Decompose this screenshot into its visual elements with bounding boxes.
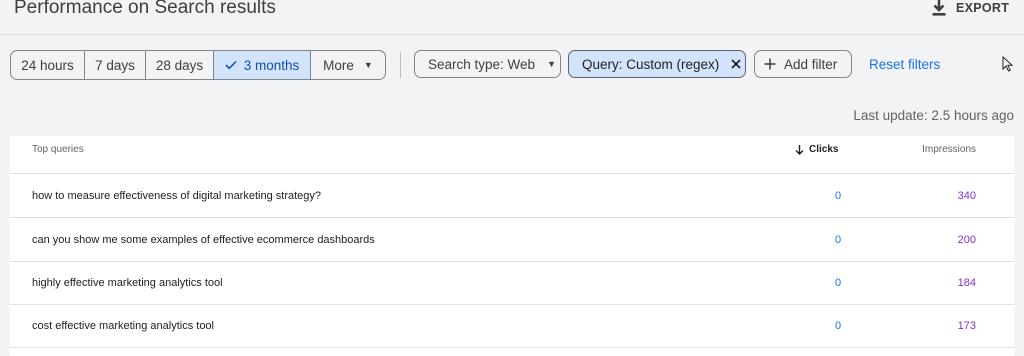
range-label: 7 days (95, 57, 135, 73)
sort-descending-icon (795, 144, 804, 155)
dropdown-caret-icon: ▼ (363, 60, 373, 70)
range-7-days-button[interactable]: 7 days (85, 51, 146, 79)
close-icon[interactable] (731, 59, 741, 69)
more-label: More (323, 57, 354, 73)
impressions-cell: 200 (957, 234, 976, 246)
query-filter-label: Query: Custom (regex) (582, 56, 720, 72)
range-24-hours-button[interactable]: 24 hours (11, 51, 85, 79)
range-label: 28 days (155, 57, 204, 73)
export-button[interactable]: EXPORT (932, 0, 1009, 16)
range-label: 3 months (243, 57, 300, 73)
plus-icon (764, 58, 776, 70)
query-cell[interactable]: cost effective marketing analytics tool (32, 320, 214, 332)
range-label: 24 hours (21, 57, 74, 73)
header-divider (0, 34, 1024, 35)
clicks-cell: 0 (835, 190, 842, 202)
last-update-text: Last update: 2.5 hours ago (853, 108, 1014, 123)
impressions-cell: 173 (957, 320, 976, 332)
query-cell[interactable]: how to measure effectiveness of digital … (32, 190, 321, 202)
query-filter-chip[interactable]: Query: Custom (regex) (568, 50, 746, 78)
query-cell[interactable]: highly effective marketing analytics too… (32, 277, 223, 289)
clicks-cell: 0 (835, 320, 842, 332)
download-icon (932, 0, 946, 16)
dropdown-caret-icon: ▼ (547, 59, 556, 69)
query-cell[interactable]: can you show me some examples of effecti… (32, 234, 375, 246)
range-28-days-button[interactable]: 28 days (146, 51, 214, 79)
range-more-button[interactable]: More ▼ (311, 51, 385, 79)
reset-filters-link[interactable]: Reset filters (869, 57, 940, 72)
column-header-queries[interactable]: Top queries (32, 144, 84, 155)
table-row[interactable]: cost effective marketing analytics tool … (10, 304, 1014, 348)
date-range-selector: 24 hours 7 days 28 days 3 months More ▼ (10, 50, 386, 80)
scrollbar-track[interactable] (1014, 136, 1024, 352)
range-3-months-button[interactable]: 3 months (214, 51, 311, 79)
search-type-filter[interactable]: Search type: Web ▼ (414, 50, 561, 78)
table-row[interactable]: how to measure effectiveness of digital … (10, 174, 1014, 218)
impressions-cell: 340 (957, 190, 976, 202)
clicks-cell: 0 (835, 277, 842, 289)
check-icon (225, 60, 237, 70)
column-header-clicks[interactable]: Clicks (795, 144, 838, 155)
impressions-cell: 184 (957, 277, 976, 289)
add-filter-button[interactable]: Add filter (754, 50, 852, 78)
clicks-cell: 0 (835, 234, 842, 246)
clicks-header-label: Clicks (809, 144, 839, 155)
search-type-label: Search type: Web (428, 56, 536, 72)
table-header: Top queries Clicks Impressions (10, 136, 1014, 174)
export-label: EXPORT (956, 1, 1010, 15)
table-row[interactable]: can you show me some examples of effecti… (10, 218, 1014, 262)
page-title: Performance on Search results (14, 0, 276, 18)
mouse-cursor-icon (1002, 56, 1013, 72)
column-header-impressions[interactable]: Impressions (922, 144, 976, 155)
queries-table: Top queries Clicks Impressions how to me… (10, 136, 1014, 356)
table-row[interactable]: highly effective marketing analytics too… (10, 261, 1014, 305)
toolbar-divider (400, 52, 401, 78)
add-filter-label: Add filter (784, 56, 838, 72)
